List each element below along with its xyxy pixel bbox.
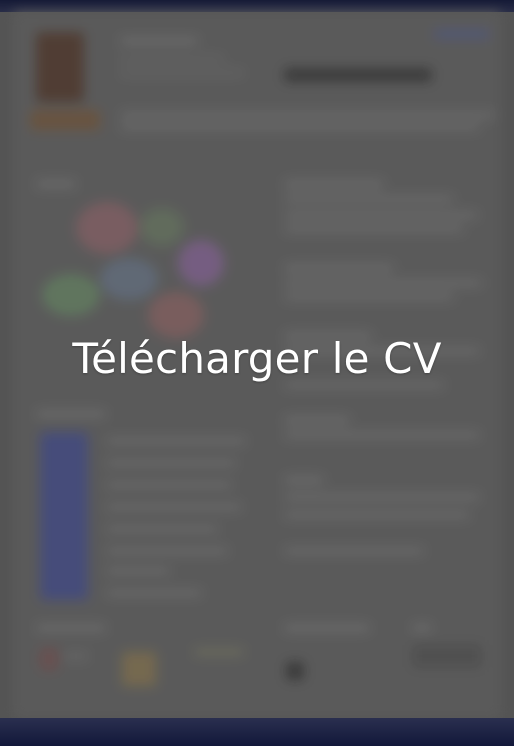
bottom-bar xyxy=(0,718,514,746)
cv-preview-stage: Télécharger le CV xyxy=(0,0,514,746)
download-cv-link[interactable]: Télécharger le CV xyxy=(0,330,514,388)
